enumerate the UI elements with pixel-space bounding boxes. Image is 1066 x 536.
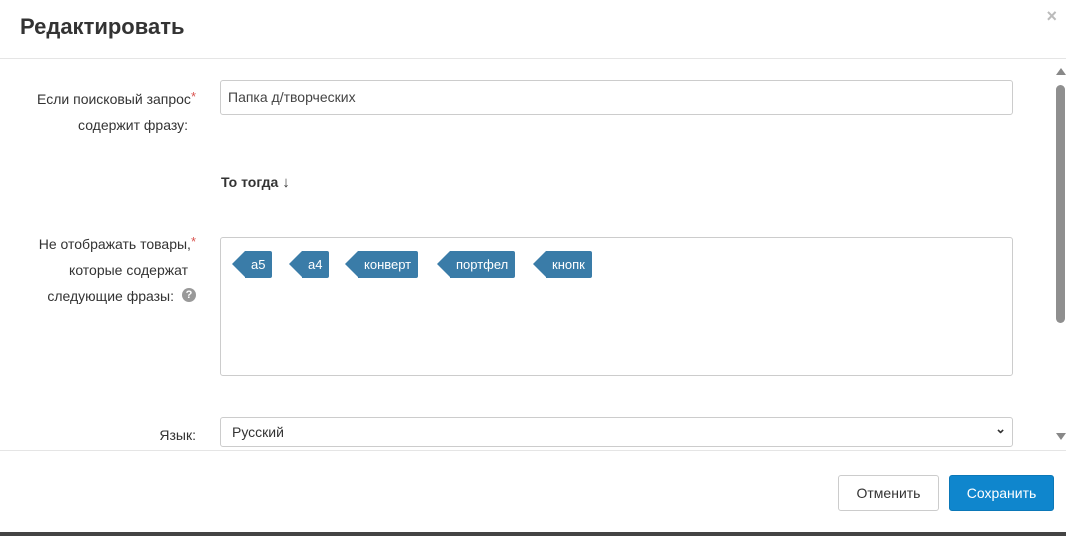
language-selected-value: Русский bbox=[232, 424, 284, 440]
scroll-up-icon[interactable] bbox=[1056, 68, 1066, 75]
tag-knopk[interactable]: кнопк bbox=[533, 251, 592, 278]
query-label-line2: содержит фразу: bbox=[78, 117, 188, 133]
query-phrase-input[interactable]: Папка д/творческих bbox=[220, 80, 1013, 115]
then-label: То тогда ↓ bbox=[221, 174, 290, 191]
tag-portfel[interactable]: портфел bbox=[436, 251, 516, 278]
tag-a5[interactable]: а5 bbox=[231, 251, 273, 278]
exclude-label-line3: следующие фразы: bbox=[47, 288, 174, 304]
dialog-title: Редактировать bbox=[20, 14, 185, 39]
edit-dialog: Редактировать × Если поисковый запрос* с… bbox=[0, 0, 1066, 533]
help-icon[interactable]: ? bbox=[182, 288, 196, 303]
exclude-phrases-tag-input[interactable]: а5 а4 конверт портфел кнопк bbox=[220, 237, 1013, 376]
cancel-button[interactable]: Отменить bbox=[838, 475, 939, 511]
scroll-thumb[interactable] bbox=[1056, 85, 1065, 323]
scroll-down-icon[interactable] bbox=[1056, 433, 1066, 440]
close-icon[interactable]: × bbox=[1046, 6, 1057, 27]
exclude-label: Не отображать товары,* которые содержат … bbox=[20, 231, 196, 309]
required-mark: * bbox=[190, 234, 196, 249]
exclude-label-line2: которые содержат bbox=[69, 262, 188, 278]
language-select[interactable]: Русский ⌄ bbox=[220, 417, 1013, 447]
required-mark: * bbox=[190, 89, 196, 104]
vertical-scrollbar[interactable] bbox=[1054, 65, 1066, 443]
save-button[interactable]: Сохранить bbox=[949, 475, 1054, 511]
dialog-header: Редактировать × bbox=[0, 0, 1066, 59]
language-label: Язык: bbox=[159, 427, 196, 443]
dialog-footer: Отменить Сохранить bbox=[0, 450, 1066, 533]
tag-a4[interactable]: а4 bbox=[288, 251, 330, 278]
tag-konvert[interactable]: конверт bbox=[344, 251, 419, 278]
background-page-strip bbox=[0, 532, 1066, 536]
chevron-down-icon: ⌄ bbox=[995, 421, 1006, 436]
then-text: То тогда bbox=[221, 174, 279, 190]
exclude-label-line1: Не отображать товары, bbox=[38, 236, 191, 252]
down-arrow-icon: ↓ bbox=[282, 174, 290, 191]
query-label: Если поисковый запрос* содержит фразу: bbox=[20, 86, 196, 138]
query-label-line1: Если поисковый запрос bbox=[37, 91, 191, 107]
dialog-body: Если поисковый запрос* содержит фразу: П… bbox=[0, 59, 1066, 450]
